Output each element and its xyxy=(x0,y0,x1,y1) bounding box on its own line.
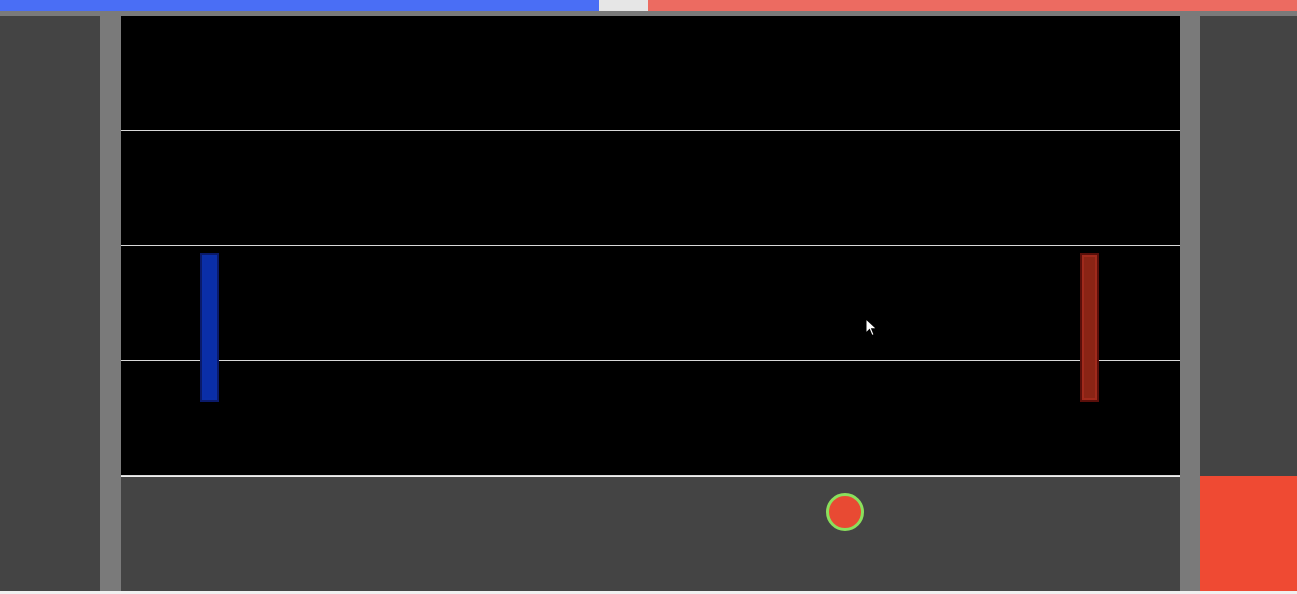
arrow-cursor-icon xyxy=(865,318,878,337)
ball-token[interactable] xyxy=(826,493,864,531)
score-bar-left-fill xyxy=(0,0,599,11)
left-side-panel xyxy=(0,16,100,591)
bottom-zone xyxy=(121,477,1180,591)
lane-divider xyxy=(121,130,1180,131)
playfield[interactable] xyxy=(121,16,1180,476)
lane-divider xyxy=(121,475,1180,476)
left-paddle[interactable] xyxy=(200,253,219,402)
right-wall xyxy=(1180,16,1200,591)
left-wall xyxy=(100,16,121,591)
lane-divider xyxy=(121,360,1180,361)
game-stage xyxy=(0,0,1297,594)
score-bar-right-fill xyxy=(648,0,1297,11)
right-paddle[interactable] xyxy=(1080,253,1099,402)
score-bar xyxy=(0,0,1297,11)
right-side-marker xyxy=(1200,476,1297,591)
lane-divider xyxy=(121,245,1180,246)
